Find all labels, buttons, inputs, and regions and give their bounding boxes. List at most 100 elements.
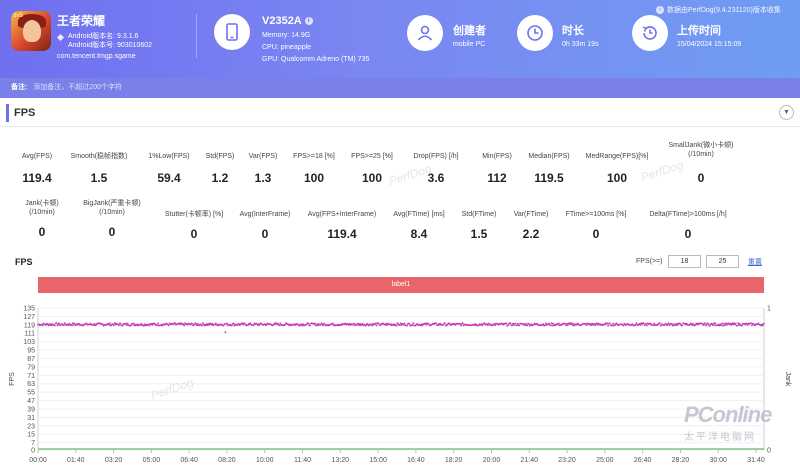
fps-point	[222, 324, 225, 327]
note-label: 备注:	[11, 84, 28, 91]
fps-point	[117, 324, 120, 327]
note-bar[interactable]: 备注: 添加备注，不超过200个字符	[0, 78, 800, 98]
fps-point	[62, 324, 65, 327]
fps-point	[183, 324, 186, 327]
fps-point	[712, 324, 714, 327]
fps-point	[750, 322, 752, 325]
x-tick-label: 06:40	[180, 457, 198, 464]
fps-point	[157, 322, 160, 325]
fps-point	[249, 322, 252, 325]
fps-chart[interactable]: 0715233139475563717987951031111191271350…	[0, 296, 800, 466]
fps-point	[108, 324, 110, 326]
fps-point	[278, 324, 281, 327]
fps-point	[399, 322, 402, 325]
fps-point	[516, 322, 519, 325]
fps-point	[361, 322, 364, 325]
fps-point	[550, 322, 553, 325]
y-tick-label: 71	[27, 373, 35, 380]
fps-point	[505, 322, 508, 325]
header-divider	[196, 14, 197, 58]
fps-point	[713, 322, 715, 325]
fps-threshold-input-1[interactable]	[668, 255, 701, 268]
android-version-name: Android版本名: 9.3.1.6	[68, 33, 139, 40]
fps-point	[398, 324, 401, 326]
upload-value: 15/04/2024 15:15:09	[677, 41, 742, 48]
fps-point	[667, 322, 670, 325]
fps-point	[309, 324, 311, 327]
fps-threshold-input-2[interactable]	[706, 255, 739, 268]
fps-point	[442, 324, 445, 326]
fps-point	[606, 322, 609, 325]
fps-point	[72, 324, 75, 326]
y-tick-label: 55	[27, 390, 35, 397]
fps-point	[544, 324, 547, 326]
fps-point	[377, 322, 380, 325]
fps-point	[572, 322, 575, 325]
x-tick-label: 21:40	[520, 457, 538, 464]
fps-point	[558, 322, 560, 325]
label-bar[interactable]: label1	[38, 277, 764, 293]
fps-point	[71, 324, 73, 327]
metric-1pct-low: 1%Low(FPS) 59.4	[148, 153, 190, 185]
fps-point	[71, 322, 74, 325]
fps-point	[524, 324, 526, 327]
fps-point	[371, 324, 374, 327]
y-tick-label: 95	[27, 348, 35, 355]
y-tick-label: 47	[27, 398, 35, 405]
fps-point	[653, 322, 656, 325]
report-header: 5v5 王者荣耀 Android版本名: 9.3.1.6 Android版本号:…	[0, 0, 800, 78]
phone-icon	[214, 14, 250, 50]
package-name: com.tencent.tmgp.sgame	[57, 53, 136, 60]
fps-point	[736, 324, 739, 327]
fps-point	[518, 324, 521, 327]
y-axis-label: FPS	[9, 372, 16, 386]
metric-avg-ftime: Avg(FTime) [ms] 8.4	[393, 211, 445, 241]
chevron-down-icon[interactable]: ▼	[779, 105, 794, 120]
x-tick-label: 31:40	[747, 457, 765, 464]
fps-point	[713, 324, 716, 326]
fps-point	[435, 322, 437, 325]
x-tick-label: 18:20	[445, 457, 463, 464]
x-tick-label: 30:00	[709, 457, 727, 464]
metric-median-fps: Median(FPS) 119.5	[528, 153, 570, 185]
note-input[interactable]: 添加备注，不超过200个字符	[33, 84, 122, 91]
fps-point	[41, 324, 44, 327]
fps-point	[428, 323, 430, 325]
fps-point	[614, 324, 617, 326]
fps-point	[738, 322, 741, 325]
reset-button[interactable]: 重置	[748, 257, 762, 267]
device-name[interactable]: V2352A i	[262, 15, 313, 27]
fps-point	[763, 322, 765, 325]
fps-point	[224, 331, 227, 334]
fps-point	[461, 322, 464, 325]
x-tick-label: 26:40	[634, 457, 652, 464]
metric-delta-ftime: Delta(FTime)>100ms [/h] 0	[649, 211, 727, 241]
fps-point	[509, 322, 512, 325]
fps-point	[424, 322, 427, 325]
fps-point	[675, 324, 678, 327]
duration-value: 0h 33m 19s	[562, 41, 599, 48]
x-tick-label: 13:20	[332, 457, 350, 464]
x-tick-label: 08:20	[218, 457, 236, 464]
android-icon	[57, 34, 64, 41]
fps-point	[191, 322, 194, 325]
y2-tick-label: 0	[767, 448, 771, 455]
fps-point	[511, 324, 513, 327]
fps-point	[549, 324, 552, 327]
x-tick-label: 25:00	[596, 457, 614, 464]
metric-jank: Jank(卡顿) (/10min) 0	[25, 200, 59, 239]
y-tick-label: 119	[24, 322, 35, 329]
fps-point	[408, 323, 411, 325]
y-tick-label: 111	[24, 331, 35, 338]
fps-point	[301, 324, 303, 327]
fps-point	[403, 322, 406, 325]
device-gpu: GPU: Qualcomm Adreno (TM) 735	[262, 56, 370, 63]
metric-ftime-ge-100: FTime>=100ms [%] 0	[565, 211, 627, 241]
fps-point	[109, 322, 111, 325]
device-info-icon[interactable]: i	[304, 17, 313, 26]
fps-point	[751, 324, 753, 327]
fps-point	[67, 324, 70, 327]
fps-threshold-label: FPS(>=)	[636, 258, 663, 265]
fps-point	[142, 324, 145, 327]
metric-avg-interframe: Avg(InterFrame) 0	[239, 211, 291, 241]
